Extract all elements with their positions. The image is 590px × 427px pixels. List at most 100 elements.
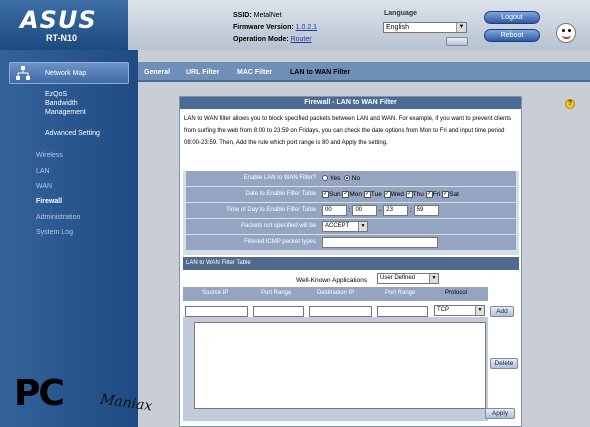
- tab-lan-to-wan-filter[interactable]: LAN to WAN Filter: [290, 69, 350, 76]
- date-row: Date to Enable Filter Table ✓Sun ✓Mon ✓T…: [186, 187, 516, 202]
- time-row: Time of Day to Enable Filter Table 00 : …: [186, 203, 516, 218]
- sidebar-item-lan[interactable]: LAN: [36, 168, 50, 175]
- tue-checkbox[interactable]: ✓: [363, 191, 371, 198]
- filter-settings-form: Enable LAN to WAN Filter? Yes No Date to…: [183, 171, 519, 255]
- language-label: Language: [384, 10, 418, 17]
- network-map-label: Network Map: [45, 70, 87, 77]
- well-known-apps-label: Well-Known Applications: [296, 277, 368, 284]
- enable-yes-label: Yes: [329, 175, 341, 182]
- delete-button[interactable]: Delete: [490, 358, 518, 369]
- ssid-value: MetalNet: [253, 12, 282, 19]
- watermark-maniax: Maniax: [99, 391, 154, 415]
- language-value: English: [386, 24, 409, 31]
- day-label: Fri: [432, 191, 441, 199]
- source-ip-input[interactable]: [185, 306, 248, 317]
- firmware-link[interactable]: 1.0.2.1: [296, 24, 317, 31]
- thu-checkbox[interactable]: ✓: [405, 191, 413, 198]
- chevron-down-icon: ▼: [456, 23, 466, 32]
- enable-filter-label: Enable LAN to WAN Filter?: [243, 175, 316, 181]
- firmware-label: Firmware Version:: [233, 24, 294, 31]
- filter-table-title: LAN to WAN Filter Table: [183, 257, 519, 270]
- watermark-pc: PC: [14, 373, 65, 414]
- day-label: Wed: [390, 191, 404, 199]
- header: ASUS RT-N10 SSID: MetalNet Firmware Vers…: [0, 0, 590, 50]
- col-port-range: Port Range: [385, 290, 416, 296]
- assistant-face-icon[interactable]: [556, 23, 576, 43]
- enable-filter-row: Enable LAN to WAN Filter? Yes No: [186, 171, 516, 186]
- wed-checkbox[interactable]: ✓: [383, 191, 391, 198]
- sidebar-item-administration[interactable]: Administration: [36, 214, 80, 221]
- protocol-value: TCP: [437, 307, 449, 313]
- tab-url-filter[interactable]: URL Filter: [186, 69, 219, 76]
- icmp-field: [322, 237, 438, 248]
- start-minute-input[interactable]: 00: [352, 205, 378, 216]
- time-inputs: 00 : 00 - 23 : 59: [322, 205, 439, 216]
- end-hour-input[interactable]: 23: [383, 205, 409, 216]
- rules-list[interactable]: [194, 322, 486, 409]
- destination-ip-input[interactable]: [309, 306, 372, 317]
- add-button[interactable]: Add: [490, 306, 514, 317]
- time-label: Time of Day to Enable Filter Table: [225, 207, 316, 213]
- ssid-label: SSID:: [233, 12, 252, 19]
- sidebar-item-wireless[interactable]: Wireless: [36, 152, 63, 159]
- sidebar-item-network-map[interactable]: Network Map: [9, 62, 129, 84]
- brand-logo-text: ASUS: [20, 6, 97, 34]
- language-apply-button[interactable]: [446, 37, 468, 46]
- language-select[interactable]: English ▼: [383, 22, 467, 33]
- col-source-ip: Source IP: [202, 290, 229, 296]
- day-label: Tue: [370, 191, 382, 199]
- firewall-panel: Firewall - LAN to WAN Filter LAN to WAN …: [179, 96, 522, 427]
- sidebar-item-ezqos[interactable]: EzQoS Bandwidth Management: [45, 90, 86, 117]
- tab-general[interactable]: General: [144, 69, 170, 76]
- network-map-icon: [16, 66, 30, 80]
- day-label: Thu: [412, 191, 424, 199]
- system-info: SSID: MetalNet Firmware Version: 1.0.2.1…: [233, 10, 317, 46]
- fri-checkbox[interactable]: ✓: [425, 191, 433, 198]
- packets-value: ACCEPT: [325, 223, 350, 229]
- watermark-logo: PC Maniax: [14, 373, 194, 427]
- well-known-apps-value: User Defined: [380, 275, 416, 281]
- time-separator: :: [410, 207, 412, 215]
- chevron-down-icon: ▼: [475, 306, 484, 315]
- icmp-input[interactable]: [322, 237, 438, 248]
- packets-label: Packets not specified will be: [240, 223, 316, 229]
- packets-select[interactable]: ACCEPT ▼: [322, 221, 368, 232]
- day-label: Sat: [449, 191, 459, 199]
- col-destination-ip: Destination IP: [317, 290, 355, 296]
- chevron-down-icon: ▼: [358, 222, 367, 231]
- operation-mode-link[interactable]: Router: [291, 36, 312, 43]
- protocol-select[interactable]: TCP ▼: [434, 305, 485, 316]
- enable-yes-radio[interactable]: [322, 175, 328, 182]
- sidebar-item-system-log[interactable]: System Log: [36, 229, 73, 236]
- reboot-button[interactable]: Reboot: [484, 29, 540, 42]
- sun-checkbox[interactable]: ✓: [322, 191, 329, 198]
- end-minute-input[interactable]: 59: [413, 205, 439, 216]
- mode-label: Operation Mode:: [233, 36, 289, 43]
- destination-port-input[interactable]: [377, 306, 428, 317]
- col-protocol: Protocol: [445, 290, 468, 296]
- tab-bar: General URL Filter MAC Filter LAN to WAN…: [138, 62, 590, 82]
- icmp-row: Filtered ICMP packet types: [186, 235, 516, 250]
- col-port-range: Port Range: [261, 290, 292, 296]
- panel-title: Firewall - LAN to WAN Filter: [180, 97, 521, 109]
- source-port-input[interactable]: [253, 306, 304, 317]
- sidebar-item-advanced-setting[interactable]: Advanced Setting: [45, 129, 100, 138]
- well-known-apps-select[interactable]: User Defined ▼: [377, 273, 439, 284]
- start-hour-input[interactable]: 00: [322, 205, 347, 216]
- help-icon[interactable]: ?: [565, 99, 575, 109]
- panel-description: LAN to WAN filter allows you to block sp…: [184, 116, 512, 146]
- date-label: Date to Enable Filter Table: [245, 191, 316, 197]
- day-label: Mon: [349, 191, 363, 199]
- sidebar-item-wan[interactable]: WAN: [36, 183, 52, 190]
- sidebar-item-firewall[interactable]: Firewall: [36, 198, 62, 205]
- sidebar: Network Map EzQoS Bandwidth Management A…: [0, 50, 138, 427]
- date-checkboxes: ✓Sun ✓Mon ✓Tue ✓Wed ✓Thu ✓Fri ✓Sat: [322, 191, 459, 198]
- day-label: Sun: [329, 191, 341, 199]
- apply-button[interactable]: Apply: [485, 408, 515, 419]
- enable-no-radio[interactable]: [343, 175, 350, 182]
- time-dash: -: [379, 207, 382, 215]
- tab-mac-filter[interactable]: MAC Filter: [237, 69, 272, 76]
- logout-button[interactable]: Logout: [484, 11, 540, 24]
- time-separator: :: [348, 207, 351, 215]
- icmp-label: Filtered ICMP packet types: [244, 239, 316, 245]
